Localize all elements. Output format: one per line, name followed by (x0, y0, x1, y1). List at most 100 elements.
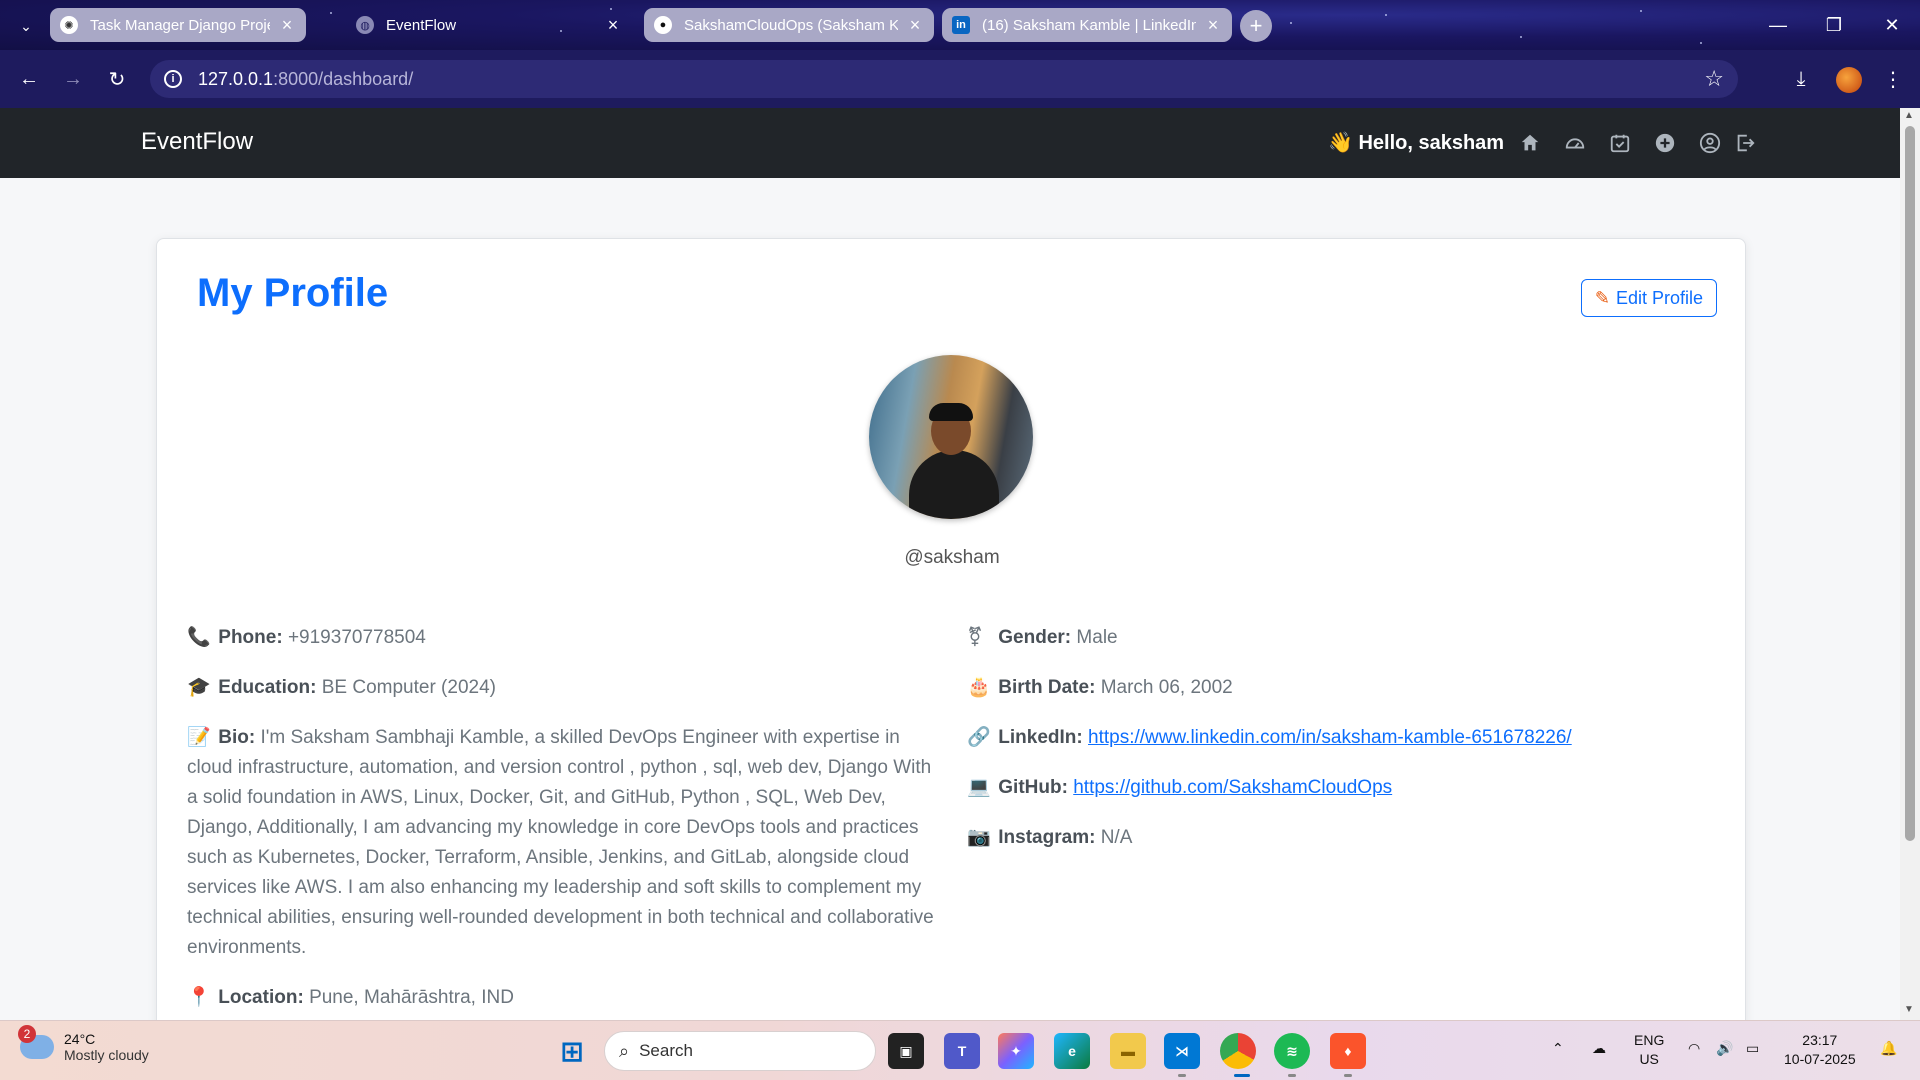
linkedin-field: 🔗 LinkedIn: https://www.linkedin.com/in/… (967, 723, 1727, 753)
education-value: BE Computer (2024) (321, 677, 496, 698)
page-viewport: EventFlow 👋 Hello, saksham My Profile ✎ … (0, 108, 1900, 1020)
scrollbar-thumb[interactable] (1905, 126, 1915, 841)
profile-username: @saksham (904, 547, 1000, 568)
running-indicator (1178, 1074, 1186, 1077)
link-icon: 🔗 (967, 727, 991, 748)
notification-badge: 2 (18, 1025, 36, 1043)
close-window-button[interactable]: ✕ (1864, 0, 1920, 50)
scroll-up-icon[interactable]: ▲ (1904, 110, 1914, 121)
brave-icon[interactable]: ♦ (1330, 1033, 1366, 1069)
profile-details-left: 📞 Phone: +919370778504 🎓 Education: BE C… (187, 623, 937, 1020)
pin-icon: 📍 (187, 987, 211, 1008)
weather-desc: Mostly cloudy (64, 1047, 149, 1063)
search-icon: ⌕ (619, 1040, 630, 1061)
github-field: 💻 GitHub: https://github.com/SakshamClou… (967, 773, 1727, 803)
forward-button[interactable]: → (58, 64, 88, 94)
chrome-icon[interactable] (1220, 1033, 1256, 1069)
user-greeting: 👋 Hello, saksham (1328, 132, 1505, 154)
url-host: 127.0.0.1 (198, 68, 274, 89)
graduation-cap-icon: 🎓 (187, 677, 211, 698)
scroll-down-icon[interactable]: ▼ (1904, 1004, 1914, 1015)
birthdate-value: March 06, 2002 (1100, 677, 1233, 698)
edge-icon[interactable]: e (1054, 1033, 1090, 1069)
location-value: Pune, Mahārāshtra, IND (309, 987, 514, 1008)
restore-button[interactable]: ❐ (1806, 0, 1862, 50)
back-button[interactable]: ← (14, 64, 44, 94)
file-explorer-icon[interactable]: ▬ (1110, 1033, 1146, 1069)
profile-photo (869, 355, 1033, 519)
site-navbar: EventFlow 👋 Hello, saksham (0, 108, 1900, 178)
reload-button[interactable]: ↻ (102, 64, 132, 94)
add-event-icon[interactable] (1654, 132, 1676, 154)
globe-icon: ◍ (356, 16, 374, 34)
minimize-button[interactable]: — (1750, 0, 1806, 50)
vscode-icon[interactable]: ⋊ (1164, 1033, 1200, 1069)
tab-linkedin[interactable]: in (16) Saksham Kamble | LinkedIn × (942, 8, 1232, 42)
calendar-check-icon[interactable] (1609, 132, 1631, 154)
brand-logo[interactable]: EventFlow (141, 128, 253, 156)
running-indicator (1288, 1074, 1296, 1077)
url-path: :8000/dashboard/ (273, 68, 414, 89)
onedrive-icon[interactable]: ☁ (1592, 1039, 1606, 1058)
address-bar[interactable]: i 127.0.0.1:8000/dashboard/ ☆ (150, 60, 1738, 98)
birthdate-field: 🎂 Birth Date: March 06, 2002 (967, 673, 1727, 703)
running-indicator (1234, 1074, 1250, 1077)
bookmark-star-icon[interactable]: ☆ (1704, 66, 1724, 92)
openai-icon: ✺ (60, 16, 78, 34)
tab-github[interactable]: ● SakshamCloudOps (Saksham K × (644, 8, 934, 42)
tab-task-manager[interactable]: ✺ Task Manager Django Project × (50, 8, 306, 42)
close-tab-icon[interactable]: × (906, 15, 924, 36)
site-info-icon[interactable]: i (164, 70, 182, 88)
close-tab-icon[interactable]: × (1204, 15, 1222, 36)
new-tab-button[interactable]: + (1240, 10, 1272, 42)
dashboard-icon[interactable] (1564, 132, 1586, 154)
teams-icon[interactable]: T (944, 1033, 980, 1069)
instagram-field: 📷 Instagram: N/A (967, 823, 1727, 853)
download-icon[interactable]: ⤓ (1786, 64, 1816, 94)
linkedin-icon: in (952, 16, 970, 34)
battery-icon[interactable]: ▭ (1746, 1039, 1759, 1058)
clock[interactable]: 23:17 10-07-2025 (1784, 1031, 1856, 1069)
copilot-icon[interactable]: ✦ (998, 1033, 1034, 1069)
cloud-icon: 2 (18, 1025, 54, 1059)
spotify-icon[interactable]: ≋ (1274, 1033, 1310, 1069)
browser-toolbar: ← → ↻ i 127.0.0.1:8000/dashboard/ ☆ ⤓ ⋮ (0, 50, 1920, 108)
gender-value: Male (1076, 627, 1118, 648)
github-icon: ● (654, 16, 672, 34)
running-indicator (1344, 1074, 1352, 1077)
browser-menu-icon[interactable]: ⋮ (1878, 64, 1908, 94)
linkedin-link[interactable]: https://www.linkedin.com/in/saksham-kamb… (1088, 727, 1572, 748)
phone-field: 📞 Phone: +919370778504 (187, 623, 937, 653)
page-scrollbar[interactable]: ▲ ▼ (1900, 108, 1920, 1020)
taskbar-search[interactable]: ⌕ Search (604, 1031, 876, 1071)
volume-icon[interactable]: 🔊 (1716, 1039, 1733, 1058)
user-profile-icon[interactable] (1699, 132, 1721, 154)
profile-details-right: ⚧ Gender: Male 🎂 Birth Date: March 06, 2… (967, 623, 1727, 873)
gender-icon: ⚧ (967, 627, 983, 648)
github-link[interactable]: https://github.com/SakshamCloudOps (1073, 777, 1392, 798)
windows-start-icon[interactable]: ⊞ (554, 1033, 590, 1069)
instagram-value: N/A (1100, 827, 1133, 848)
language-indicator[interactable]: ENG US (1634, 1031, 1664, 1069)
show-hidden-icons[interactable]: ⌃ (1552, 1039, 1564, 1058)
notifications-icon[interactable]: 🔔 (1880, 1039, 1897, 1058)
bio-field: 📝 Bio: I'm Saksham Sambhaji Kamble, a sk… (187, 723, 937, 963)
weather-temp: 24°C (64, 1031, 96, 1047)
profile-avatar[interactable] (1836, 67, 1862, 93)
profile-card: My Profile ✎ Edit Profile @saksham 📞 Pho… (156, 238, 1746, 1020)
bio-value: I'm Saksham Sambhaji Kamble, a skilled D… (187, 727, 934, 958)
task-view-icon[interactable]: ▣ (888, 1033, 924, 1069)
browser-tab-strip: ⌄ ✺ Task Manager Django Project × ◍ Even… (0, 0, 1920, 50)
close-tab-icon[interactable]: × (604, 15, 622, 36)
wifi-icon[interactable]: ◠ (1688, 1039, 1700, 1058)
edit-profile-button[interactable]: ✎ Edit Profile (1581, 279, 1717, 317)
tab-search-button[interactable]: ⌄ (12, 12, 40, 40)
close-tab-icon[interactable]: × (278, 15, 296, 36)
tab-eventflow[interactable]: ◍ EventFlow × (346, 8, 632, 42)
weather-widget[interactable]: 2 24°C Mostly cloudy (18, 1025, 149, 1063)
home-icon[interactable] (1519, 132, 1541, 154)
logout-icon[interactable] (1734, 132, 1756, 154)
page-title: My Profile (197, 271, 389, 315)
pencil-icon: ✎ (1594, 287, 1611, 308)
edit-profile-label: Edit Profile (1616, 287, 1704, 308)
